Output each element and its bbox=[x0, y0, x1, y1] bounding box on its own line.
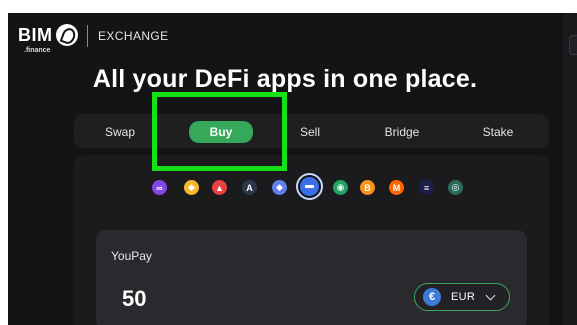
arbitrum-icon[interactable]: A bbox=[242, 180, 257, 195]
page-headline: All your DeFi apps in one place. bbox=[92, 65, 478, 93]
pay-amount-input[interactable]: 50 bbox=[122, 286, 146, 312]
currency-label: EUR bbox=[451, 291, 476, 303]
tab-buy[interactable]: Buy bbox=[189, 121, 253, 143]
selected-network-icon[interactable] bbox=[296, 173, 323, 200]
logo-finance: .finance bbox=[24, 47, 51, 54]
bnb-icon[interactable]: ◆ bbox=[184, 180, 199, 195]
logo-wordmark: BIM .finance bbox=[18, 25, 54, 59]
mode-tabs: Swap Buy Sell Bridge Stake bbox=[74, 114, 549, 148]
network-selector: ∞ ◆ ▲ A ◆ ◉ B M ≡ ◎ bbox=[8, 171, 562, 207]
you-pay-panel: YouPay 50 € EUR bbox=[96, 230, 527, 325]
you-pay-label: YouPay bbox=[111, 249, 152, 263]
bitcoin-icon[interactable]: B bbox=[360, 180, 375, 195]
bim-logo-icon bbox=[56, 24, 78, 46]
tab-sell[interactable]: Sell bbox=[290, 122, 330, 142]
avalanche-icon[interactable]: ▲ bbox=[212, 180, 227, 195]
side-strip bbox=[563, 13, 577, 325]
chevron-down-icon bbox=[485, 290, 496, 300]
polygon-icon[interactable]: ∞ bbox=[152, 180, 167, 195]
green-chain-icon[interactable]: ◉ bbox=[333, 180, 348, 195]
logo-divider bbox=[87, 25, 88, 47]
tab-swap[interactable]: Swap bbox=[94, 122, 146, 142]
ethereum-icon[interactable]: ◆ bbox=[272, 180, 287, 195]
section-title: EXCHANGE bbox=[98, 29, 169, 43]
exchange-app: BIM .finance EXCHANGE All your DeFi apps… bbox=[8, 13, 577, 325]
tab-stake[interactable]: Stake bbox=[472, 122, 524, 142]
side-handle[interactable] bbox=[569, 35, 577, 55]
tab-bridge[interactable]: Bridge bbox=[376, 122, 428, 142]
brand-logo[interactable]: BIM .finance EXCHANGE bbox=[18, 24, 169, 59]
solana-icon[interactable]: ≡ bbox=[419, 180, 434, 195]
euro-icon: € bbox=[423, 288, 441, 306]
logo-bim: BIM bbox=[18, 25, 53, 45]
teal-chain-icon[interactable]: ◎ bbox=[448, 180, 463, 195]
currency-select[interactable]: € EUR bbox=[414, 283, 510, 311]
monero-icon[interactable]: M bbox=[389, 180, 404, 195]
